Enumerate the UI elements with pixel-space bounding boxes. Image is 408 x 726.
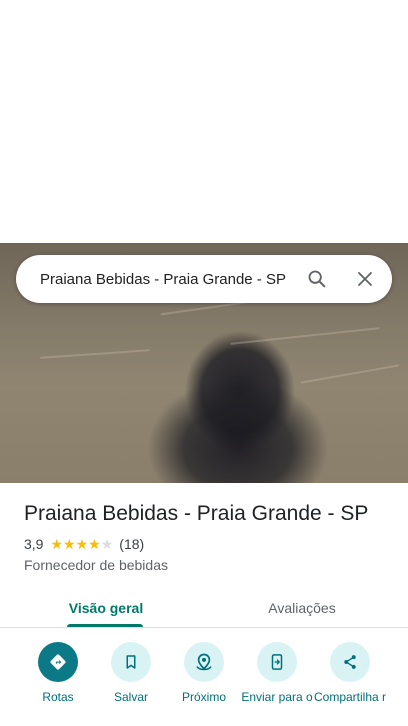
share-icon [344,655,356,669]
star-icon: ★ [63,536,76,552]
share-button[interactable]: Compartilha r [312,642,388,704]
action-label: Salvar [113,690,148,704]
search-icon [308,270,326,288]
star-empty-icon: ★ [100,536,114,552]
place-title: Praiana Bebidas - Praia Grande - SP [24,502,369,525]
directions-button-circle[interactable] [38,642,78,682]
save-button-circle[interactable] [111,642,151,682]
directions-button[interactable]: Rotas [20,642,96,704]
send-to-phone-icon [271,654,283,670]
water-ripple [40,349,150,359]
nearby-icon [196,653,212,671]
place-category: Fornecedor de bebidas [24,557,168,573]
search-input[interactable] [40,270,286,288]
action-label: Rotas [42,690,74,704]
selected-tab-indicator [67,624,143,627]
save-button[interactable]: Salvar [93,642,169,704]
rating-value: 3,9 [24,536,44,552]
directions-icon [50,654,66,670]
nearby-button-circle[interactable] [184,642,224,682]
action-label: Enviar para o [241,690,313,704]
action-bar: Rotas Salvar Próximo Enviar para o Compa… [0,642,408,726]
star-icon: ★ [75,536,89,552]
send-to-phone-button-circle[interactable] [257,642,297,682]
blank-map-area [0,0,408,243]
close-icon [358,272,372,286]
clear-search-button[interactable] [345,259,385,299]
water-ripple [230,327,380,345]
nearby-button[interactable]: Próximo [166,642,242,704]
search-button[interactable] [297,259,337,299]
tab-reviews[interactable]: Avaliações [232,587,372,628]
bookmark-icon [126,655,136,669]
share-button-circle[interactable] [330,642,370,682]
rating-stars: ★ ★ ★ ★ ★ [50,537,113,551]
reviews-count[interactable]: (18) [119,536,144,552]
action-label: Próximo [181,690,226,704]
tab-overview[interactable]: Visão geral [36,587,176,628]
star-icon: ★ [88,536,101,552]
action-label: Compartilha r [313,690,387,704]
rating-row[interactable]: 3,9 ★ ★ ★ ★ ★ (18) [24,536,144,552]
tab-bar: Visão geral Avaliações [0,587,408,628]
water-ripple [300,364,400,384]
search-bar[interactable] [16,255,392,303]
send-to-phone-button[interactable]: Enviar para o [239,642,315,704]
star-icon: ★ [50,536,64,552]
